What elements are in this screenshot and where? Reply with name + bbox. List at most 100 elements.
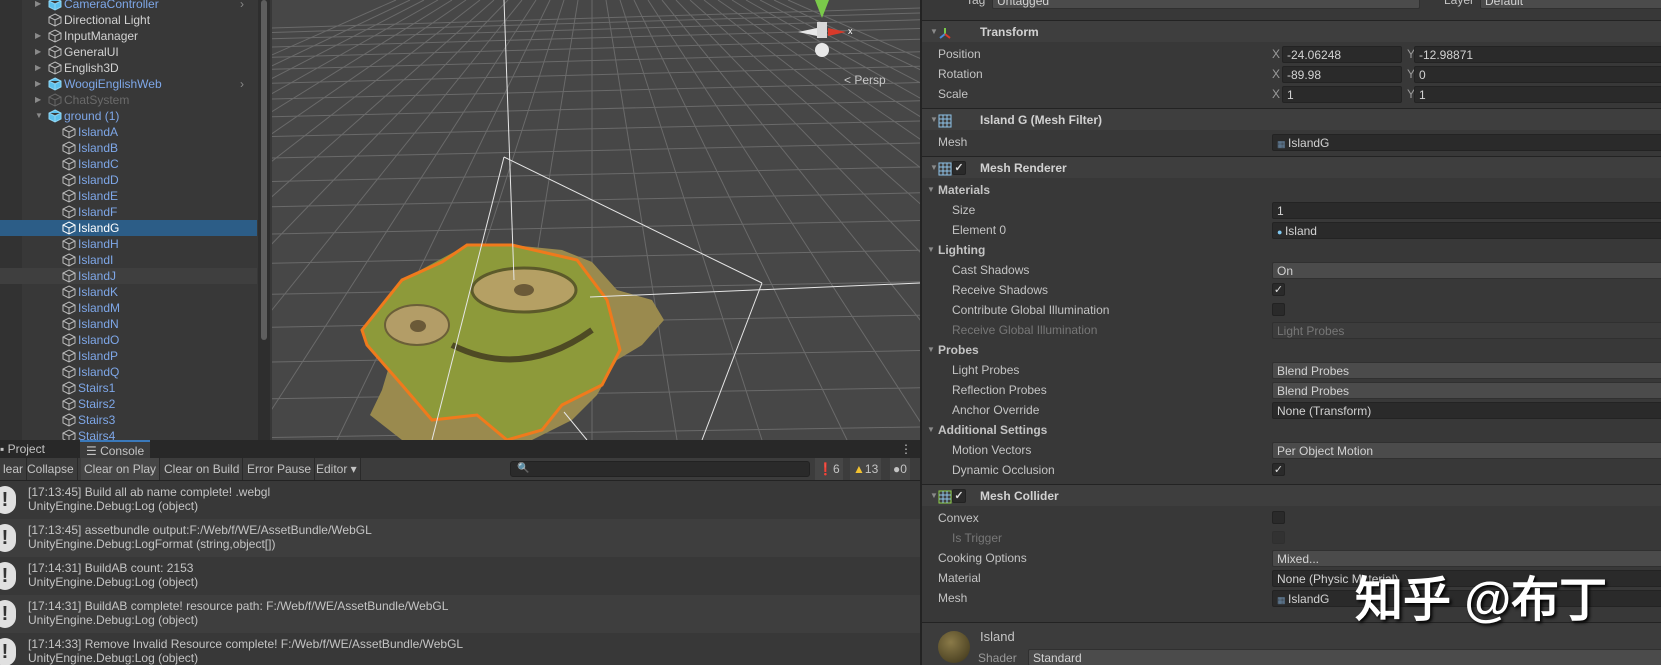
- property-checkbox[interactable]: [1272, 303, 1285, 316]
- expand-arrow-right-icon[interactable]: ▶: [35, 76, 41, 92]
- expand-arrow-right-icon[interactable]: ▶: [35, 0, 41, 12]
- hierarchy-item[interactable]: IslandE: [0, 188, 257, 204]
- component-header[interactable]: ▼ ✓ Mesh Collider: [922, 484, 1661, 506]
- x-value-field[interactable]: -89.98: [1282, 66, 1402, 83]
- console-log-entry[interactable]: ! [17:14:31] BuildAB count: 2153 UnityEngi…: [0, 557, 920, 595]
- projection-toggle[interactable]: < Persp: [844, 73, 886, 87]
- foldout-arrow-icon[interactable]: ▼: [930, 485, 938, 507]
- property-dropdown[interactable]: Blend Probes: [1272, 382, 1661, 399]
- hierarchy-item[interactable]: IslandQ: [0, 364, 257, 380]
- hierarchy-item[interactable]: IslandN: [0, 316, 257, 332]
- warning-count-toggle[interactable]: ▲13: [850, 458, 882, 480]
- property-checkbox[interactable]: ✓: [1272, 463, 1285, 476]
- hierarchy-item[interactable]: ▶ English3D: [0, 60, 257, 76]
- property-checkbox[interactable]: ✓: [1272, 283, 1285, 296]
- error-count-toggle[interactable]: ●0: [890, 458, 910, 480]
- hierarchy-item[interactable]: ▶ CameraController ›: [0, 0, 257, 12]
- property-field[interactable]: ● Island: [1272, 222, 1661, 239]
- foldout-arrow-icon[interactable]: ▼: [930, 109, 938, 131]
- hierarchy-item[interactable]: IslandI: [0, 252, 257, 268]
- hierarchy-item[interactable]: Stairs1: [0, 380, 257, 396]
- hierarchy-item[interactable]: IslandC: [0, 156, 257, 172]
- expand-arrow-right-icon[interactable]: ▶: [35, 92, 41, 108]
- foldout-arrow-icon[interactable]: ▼: [930, 21, 938, 43]
- hierarchy-item[interactable]: IslandF: [0, 204, 257, 220]
- hierarchy-scrollbar[interactable]: [258, 0, 270, 440]
- console-log-entry[interactable]: ! [17:14:31] BuildAB complete! resource p…: [0, 595, 920, 633]
- hierarchy-item[interactable]: ▶ GeneralUI: [0, 44, 257, 60]
- editor-dropdown[interactable]: Editor ▾: [313, 458, 361, 480]
- kebab-menu-icon[interactable]: ⋮: [900, 442, 912, 456]
- open-prefab-chevron-icon[interactable]: ›: [240, 76, 244, 92]
- hierarchy-item[interactable]: IslandP: [0, 348, 257, 364]
- expand-arrow-right-icon[interactable]: ▶: [35, 44, 41, 60]
- y-value-field[interactable]: -12.98871: [1414, 46, 1661, 63]
- property-field[interactable]: None (Physic Material): [1272, 570, 1661, 587]
- y-value-field[interactable]: 1: [1414, 86, 1661, 103]
- console-log-entry[interactable]: ! [17:13:45] assetbundle output:F:/Web/f/…: [0, 519, 920, 557]
- console-log-entry[interactable]: ! [17:13:45] Build all ab name complete! …: [0, 481, 920, 519]
- clear-button[interactable]: lear: [0, 458, 28, 480]
- foldout-arrow-icon[interactable]: ▼: [927, 340, 935, 360]
- y-value-field[interactable]: 0: [1414, 66, 1661, 83]
- hierarchy-item[interactable]: IslandJ: [0, 268, 257, 284]
- component-header[interactable]: ▼ ✓ Mesh Renderer: [922, 156, 1661, 178]
- property-field[interactable]: None (Transform): [1272, 402, 1661, 419]
- hierarchy-item[interactable]: IslandK: [0, 284, 257, 300]
- error-pause-button[interactable]: Error Pause: [244, 458, 316, 480]
- tag-dropdown[interactable]: Untagged: [992, 0, 1420, 9]
- console-search-input[interactable]: 🔍: [510, 461, 810, 477]
- hierarchy-item[interactable]: Stairs3: [0, 412, 257, 428]
- layer-dropdown[interactable]: Default: [1480, 0, 1661, 9]
- expand-arrow-down-icon[interactable]: ▼: [35, 108, 43, 124]
- tab-project[interactable]: ▪ Project: [0, 440, 51, 458]
- property-dropdown[interactable]: On: [1272, 262, 1661, 279]
- property-dropdown[interactable]: Mixed...: [1272, 550, 1661, 567]
- property-dropdown[interactable]: Per Object Motion: [1272, 442, 1661, 459]
- hierarchy-item[interactable]: ▶ WoogiEnglishWeb ›: [0, 76, 257, 92]
- foldout-arrow-icon[interactable]: ▼: [930, 157, 938, 179]
- clear-on-play-button[interactable]: Clear on Play: [81, 458, 161, 480]
- scene-view[interactable]: x < Persp: [272, 0, 920, 440]
- expand-arrow-right-icon[interactable]: ▶: [35, 28, 41, 44]
- hierarchy-item[interactable]: IslandM: [0, 300, 257, 316]
- property-field[interactable]: ▦ IslandG: [1272, 590, 1661, 607]
- console-log-entry[interactable]: ! [17:14:33] Remove Invalid Resource comp…: [0, 633, 920, 665]
- foldout-arrow-icon[interactable]: ▼: [927, 180, 935, 200]
- x-value-field[interactable]: -24.06248: [1282, 46, 1402, 63]
- grid-line: [272, 166, 920, 182]
- property-row: Cast Shadows On: [922, 260, 1661, 280]
- hierarchy-item[interactable]: Stairs2: [0, 396, 257, 412]
- component-header[interactable]: ▼ Transform: [922, 20, 1661, 42]
- scene-canvas[interactable]: x: [272, 0, 920, 440]
- hierarchy-item[interactable]: ▶ ChatSystem: [0, 92, 257, 108]
- hierarchy-item[interactable]: Directional Light: [0, 12, 257, 28]
- property-checkbox[interactable]: [1272, 511, 1285, 524]
- foldout-arrow-icon[interactable]: ▼: [927, 240, 935, 260]
- property-dropdown[interactable]: Blend Probes: [1272, 362, 1661, 379]
- foldout-arrow-icon[interactable]: ▼: [927, 420, 935, 440]
- hierarchy-item[interactable]: Stairs4: [0, 428, 257, 440]
- component-enabled-checkbox[interactable]: ✓: [952, 489, 966, 503]
- hierarchy-item[interactable]: IslandH: [0, 236, 257, 252]
- hierarchy-item[interactable]: ▶ InputManager: [0, 28, 257, 44]
- x-value-field[interactable]: 1: [1282, 86, 1402, 103]
- tab-console[interactable]: ☰ Console: [80, 440, 151, 458]
- open-prefab-chevron-icon[interactable]: ›: [240, 0, 244, 12]
- collapse-button[interactable]: Collapse: [24, 458, 78, 480]
- expand-arrow-right-icon[interactable]: ▶: [35, 60, 41, 76]
- clear-on-build-button[interactable]: Clear on Build: [161, 458, 244, 480]
- hierarchy-item[interactable]: IslandA: [0, 124, 257, 140]
- component-header[interactable]: ▼ Island G (Mesh Filter): [922, 108, 1661, 130]
- property-field[interactable]: 1: [1272, 202, 1661, 219]
- log-count-toggle[interactable]: ❗6: [815, 458, 843, 480]
- property-field[interactable]: ▦ IslandG: [1272, 134, 1661, 151]
- shader-dropdown[interactable]: Standard: [1028, 649, 1661, 665]
- hierarchy-item[interactable]: ▼ ground (1): [0, 108, 257, 124]
- scrollbar-thumb[interactable]: [261, 0, 267, 340]
- hierarchy-item[interactable]: IslandO: [0, 332, 257, 348]
- hierarchy-item[interactable]: IslandD: [0, 172, 257, 188]
- component-enabled-checkbox[interactable]: ✓: [952, 161, 966, 175]
- hierarchy-item[interactable]: IslandG: [0, 220, 257, 236]
- hierarchy-item[interactable]: IslandB: [0, 140, 257, 156]
